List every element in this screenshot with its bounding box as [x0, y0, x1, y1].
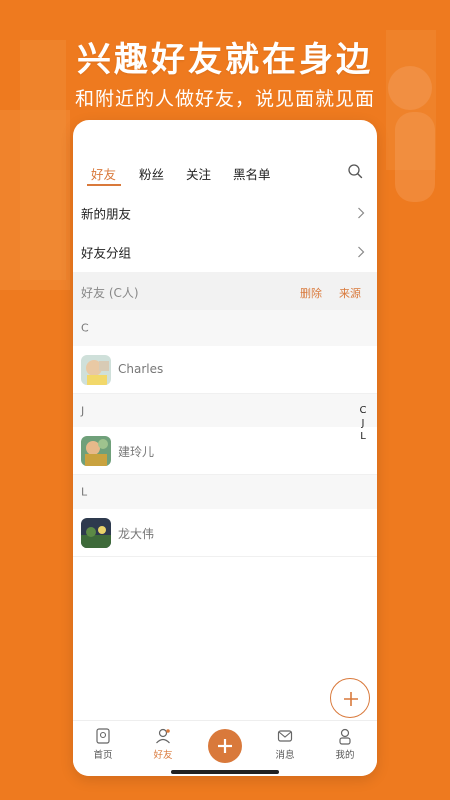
plus-icon [218, 739, 232, 753]
group-letter: L [81, 485, 88, 499]
phone-screen: 好友 粉丝 关注 黑名单 新的朋友 好友分组 好友 (C人) 删除 来源 C C… [73, 120, 377, 776]
friend-groups-row[interactable]: 好友分组 [73, 232, 377, 272]
active-tab-indicator [87, 184, 121, 186]
friend-name: 龙大伟 [118, 527, 155, 541]
tab-friends[interactable]: 好友 [91, 164, 116, 183]
friends-icon [156, 728, 170, 744]
message-icon [277, 730, 293, 742]
chevron-right-icon [358, 207, 365, 219]
home-icon [96, 728, 110, 744]
letter-bar-c: C [73, 310, 377, 346]
group-letter: J [81, 404, 85, 417]
letter-bar-j: J [73, 394, 377, 427]
nav-friends-label: 好友 [153, 750, 173, 761]
friend-name: Charles [118, 362, 164, 376]
promo-subline: 和附近的人做好友，说见面就见面 [74, 88, 375, 110]
new-friends-row[interactable]: 新的朋友 [73, 194, 377, 232]
index-letter[interactable]: L [357, 430, 369, 443]
publish-button[interactable] [208, 729, 242, 763]
friend-item[interactable]: Charles [73, 346, 377, 394]
nav-me[interactable]: 我的 [323, 727, 367, 761]
tab-following[interactable]: 关注 [186, 164, 211, 183]
tab-blacklist[interactable]: 黑名单 [233, 164, 271, 183]
letter-bar-l: L [73, 475, 377, 509]
friend-item[interactable]: 龙大伟 [73, 509, 377, 557]
index-letter[interactable]: J [357, 417, 369, 430]
delete-button[interactable]: 删除 [300, 285, 322, 301]
nav-friends[interactable]: 好友 [141, 727, 185, 761]
tab-bar: 好友 粉丝 关注 黑名单 [73, 160, 377, 194]
avatar [81, 355, 111, 385]
chevron-right-icon [358, 246, 365, 258]
nav-home-label: 首页 [93, 750, 113, 761]
nav-messages[interactable]: 消息 [263, 727, 307, 761]
home-indicator [171, 770, 279, 774]
search-icon[interactable] [347, 163, 363, 179]
nav-messages-label: 消息 [275, 750, 295, 761]
bottom-navigation: 首页 好友 消息 我的 [73, 720, 377, 776]
group-letter: C [81, 321, 89, 335]
nav-home[interactable]: 首页 [81, 727, 125, 761]
new-friends-label: 新的朋友 [81, 206, 132, 222]
tab-fans[interactable]: 粉丝 [139, 164, 164, 183]
avatar [81, 436, 111, 466]
nav-me-label: 我的 [335, 750, 355, 761]
promo-headline: 兴趣好友就在身边 [77, 40, 373, 80]
plus-icon [344, 692, 358, 706]
profile-icon [339, 728, 351, 745]
index-letter[interactable]: C [357, 404, 369, 417]
avatar [81, 518, 111, 548]
floating-add-button[interactable] [330, 678, 370, 718]
friend-name: 建玲儿 [118, 445, 155, 459]
source-button[interactable]: 来源 [339, 285, 361, 301]
friends-section-header: 好友 (C人) 删除 来源 [73, 272, 377, 310]
friend-item[interactable]: 建玲儿 [73, 427, 377, 475]
friends-count-title: 好友 (C人) [81, 286, 139, 300]
alphabet-index[interactable]: C J L [357, 404, 369, 443]
friend-groups-label: 好友分组 [81, 245, 132, 261]
